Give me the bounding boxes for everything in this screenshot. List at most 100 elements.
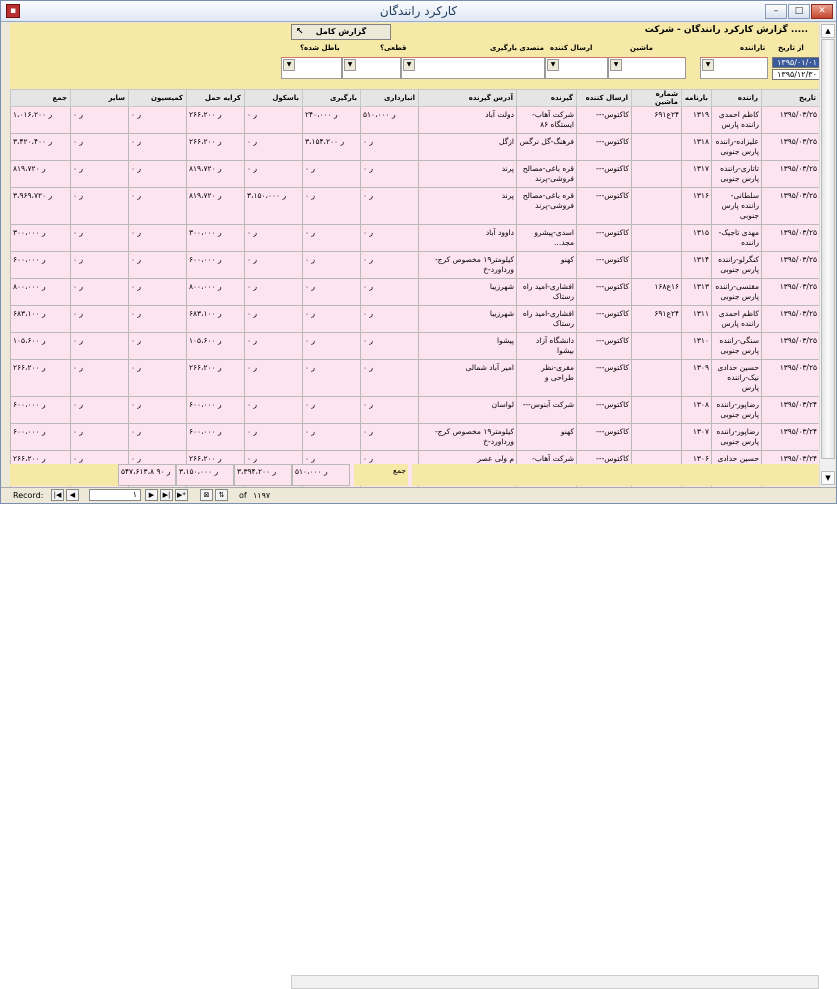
table-cell[interactable]: ۰ ر: [360, 160, 419, 188]
table-cell[interactable]: شرکت آبنوس---: [516, 396, 577, 424]
table-cell[interactable]: [631, 187, 682, 225]
table-cell[interactable]: ۱۳۹۵/۰۳/۲۵: [761, 160, 819, 188]
full-report-button[interactable]: ↖ گزارش کامل: [291, 24, 391, 40]
table-cell[interactable]: ۰ ر: [360, 133, 419, 161]
table-cell[interactable]: داوود آباد: [418, 224, 517, 252]
table-cell[interactable]: ۰ ر: [128, 224, 187, 252]
table-cell[interactable]: [631, 224, 682, 252]
table-cell[interactable]: افشاری-امید راه رستاک: [516, 278, 577, 306]
table-cell[interactable]: ۶۰۰،۰۰۰ ر: [186, 423, 245, 451]
table-cell[interactable]: ۲۶۶،۲۰۰ ر: [186, 133, 245, 161]
column-header[interactable]: ارسال کننده: [576, 89, 632, 107]
table-row[interactable]: ۱۳۹۵/۰۳/۲۵ مهدی تاجیک-راننده ۱۳۱۵ کاکتوس---…: [10, 224, 819, 252]
table-cell[interactable]: پرند: [418, 160, 517, 188]
chevron-down-icon[interactable]: ▼: [403, 59, 415, 71]
table-cell[interactable]: ۰ ر: [244, 332, 303, 360]
table-cell[interactable]: ۱،۰۱۶،۲۰۰ ر: [10, 106, 71, 134]
table-cell[interactable]: ۱۳۹۵/۰۳/۲۵: [761, 305, 819, 333]
maximize-button[interactable]: □: [788, 4, 810, 19]
table-cell[interactable]: دولت آباد: [418, 106, 517, 134]
chevron-down-icon[interactable]: ▼: [283, 59, 295, 71]
table-cell[interactable]: ۱۳۹۵/۰۳/۲۵: [761, 332, 819, 360]
table-cell[interactable]: ۰ ر: [302, 187, 361, 225]
minimize-button[interactable]: –: [765, 4, 787, 19]
table-cell[interactable]: ۰ ر: [244, 278, 303, 306]
table-cell[interactable]: ۰ ر: [128, 106, 187, 134]
table-cell[interactable]: ۸۱۹،۷۲۰ ر: [186, 160, 245, 188]
table-cell[interactable]: حسین حدادی نیک-راننده پارس: [711, 359, 762, 397]
chevron-down-icon[interactable]: ▼: [610, 59, 622, 71]
table-cell[interactable]: ۰ ر: [360, 423, 419, 451]
column-header[interactable]: انبارداری: [360, 89, 419, 107]
table-cell[interactable]: ۰ ر: [70, 423, 129, 451]
table-cell[interactable]: ۱۳۱۵: [681, 224, 712, 252]
horizontal-scrollbar[interactable]: [291, 975, 819, 989]
table-cell[interactable]: کاکتوس---: [576, 396, 632, 424]
table-cell[interactable]: پرند: [418, 187, 517, 225]
table-cell[interactable]: ۰ ر: [302, 251, 361, 279]
table-cell[interactable]: ۰ ر: [70, 106, 129, 134]
table-cell[interactable]: ۶۸۳،۱۰۰ ر: [10, 305, 71, 333]
filter-icon[interactable]: ⊠: [200, 489, 213, 501]
table-cell[interactable]: ۰ ر: [70, 396, 129, 424]
table-cell[interactable]: ۰ ر: [360, 278, 419, 306]
column-header[interactable]: شماره ماشین: [631, 89, 682, 107]
table-cell[interactable]: ۸۰۰،۰۰۰ ر: [10, 278, 71, 306]
table-cell[interactable]: ۱۳۱۱: [681, 305, 712, 333]
column-header[interactable]: آدرس گیرنده: [418, 89, 517, 107]
previous-record-icon[interactable]: ◀: [66, 489, 79, 501]
table-cell[interactable]: ۰ ر: [244, 106, 303, 134]
table-cell[interactable]: اسدی-پیشرو مجد...: [516, 224, 577, 252]
table-cell[interactable]: ۱۳۹۵/۰۳/۲۵: [761, 251, 819, 279]
table-cell[interactable]: [631, 133, 682, 161]
table-cell[interactable]: ۶۸۳،۱۰۰ ر: [186, 305, 245, 333]
table-cell[interactable]: کاکتوس---: [576, 423, 632, 451]
table-cell[interactable]: ۰ ر: [302, 224, 361, 252]
table-cell[interactable]: ۰ ر: [128, 251, 187, 279]
table-cell[interactable]: ۳،۴۲۰،۴۰۰ ر: [10, 133, 71, 161]
table-cell[interactable]: رضاپور-راننده پارس جنوبی: [711, 396, 762, 424]
table-cell[interactable]: [631, 359, 682, 397]
table-cell[interactable]: ۰ ر: [70, 251, 129, 279]
table-cell[interactable]: کاکتوس---: [576, 160, 632, 188]
table-cell[interactable]: علیزاده-راننده پارس جنوبی: [711, 133, 762, 161]
table-cell[interactable]: امیر آباد شمالی: [418, 359, 517, 397]
table-cell[interactable]: ۰ ر: [70, 187, 129, 225]
vertical-scrollbar[interactable]: ▲ ▼: [819, 23, 835, 487]
table-cell[interactable]: ۶۰۰،۰۰۰ ر: [10, 396, 71, 424]
table-cell[interactable]: ۱۳۰۸: [681, 396, 712, 424]
table-cell[interactable]: ۱۳۱۳: [681, 278, 712, 306]
table-cell[interactable]: [631, 251, 682, 279]
table-cell[interactable]: ۱۳۹۵/۰۳/۲۵: [761, 359, 819, 397]
table-cell[interactable]: رضاپور-راننده پارس جنوبی: [711, 423, 762, 451]
table-cell[interactable]: کاکتوس---: [576, 133, 632, 161]
table-cell[interactable]: ۰ ر: [244, 160, 303, 188]
table-cell[interactable]: ۰ ر: [360, 224, 419, 252]
table-cell[interactable]: کاکتوس---: [576, 106, 632, 134]
table-cell[interactable]: قره باغی-مصالح فروشی-پرند: [516, 187, 577, 225]
table-cell[interactable]: سلطانی-راننده پارس جنوبی: [711, 187, 762, 225]
table-cell[interactable]: ۶۰۰،۰۰۰ ر: [186, 396, 245, 424]
table-cell[interactable]: کاکتوس---: [576, 278, 632, 306]
table-cell[interactable]: ۸۰۰،۰۰۰ ر: [186, 278, 245, 306]
table-cell[interactable]: ازگل: [418, 133, 517, 161]
table-cell[interactable]: لواسان: [418, 396, 517, 424]
scroll-thumb[interactable]: [821, 39, 835, 459]
sort-icon[interactable]: ⇅: [215, 489, 228, 501]
table-cell[interactable]: مقری-نظر طراحی و: [516, 359, 577, 397]
table-row[interactable]: ۱۳۹۵/۰۳/۲۵ مقتسی-راننده پارس جنوبی ۱۳۱۳ ۱۶ع…: [10, 278, 819, 306]
table-cell[interactable]: ۱۳۱۶: [681, 187, 712, 225]
scroll-down-icon[interactable]: ▼: [821, 471, 835, 485]
table-cell[interactable]: ۰ ر: [244, 251, 303, 279]
table-cell[interactable]: ۰ ر: [360, 332, 419, 360]
table-cell[interactable]: ۱۳۹۵/۰۳/۲۵: [761, 278, 819, 306]
sender-filter-combo[interactable]: ▼: [545, 57, 608, 79]
chevron-down-icon[interactable]: ▼: [547, 59, 559, 71]
table-cell[interactable]: ۰ ر: [70, 332, 129, 360]
new-record-icon[interactable]: ▶*: [175, 489, 188, 501]
table-cell[interactable]: ۱۳۹۵/۰۳/۲۴: [761, 396, 819, 424]
table-cell[interactable]: شرکت آهاب-ایستگاه ۸۶: [516, 106, 577, 134]
table-cell[interactable]: [631, 396, 682, 424]
table-cell[interactable]: پیشوا: [418, 332, 517, 360]
table-cell[interactable]: ۲۴ع۶۹۱: [631, 106, 682, 134]
